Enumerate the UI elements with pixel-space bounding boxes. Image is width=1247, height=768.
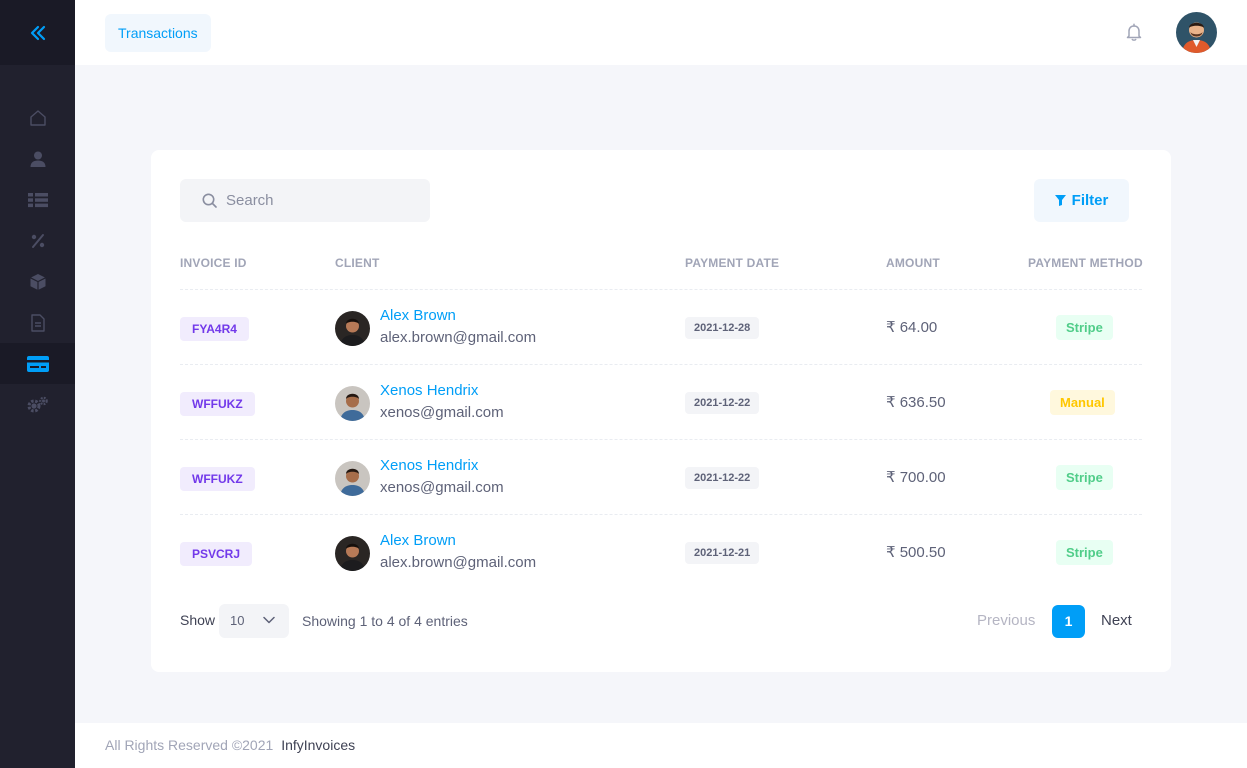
- chevron-down-icon: [263, 616, 275, 624]
- transactions-card: Filter INVOICE ID CLIENT PAYMENT DATE AM…: [151, 150, 1171, 672]
- sidebar: [0, 0, 75, 768]
- sidebar-collapse-button[interactable]: [23, 18, 53, 48]
- table-row: WFFUKZ Xenos Hendrix xenos@gmail.com 202…: [180, 364, 1142, 439]
- payment-date-badge: 2021-12-21: [685, 542, 760, 564]
- bell-icon: [1126, 23, 1142, 41]
- table-row: FYA4R4 Alex Brown alex.brown@gmail.com 2…: [180, 289, 1142, 364]
- sidebar-nav: [0, 97, 75, 425]
- client-name-link[interactable]: Xenos Hendrix: [380, 382, 478, 399]
- header-client[interactable]: CLIENT: [335, 256, 380, 270]
- search-input[interactable]: [226, 192, 426, 209]
- payment-method-badge: Manual: [1050, 390, 1115, 415]
- client-email: xenos@gmail.com: [380, 404, 504, 421]
- table-row: WFFUKZ Xenos Hendrix xenos@gmail.com 202…: [180, 439, 1142, 514]
- payment-date-badge: 2021-12-28: [685, 317, 760, 339]
- gears-icon: [27, 396, 48, 412]
- notifications-button[interactable]: [1124, 22, 1144, 42]
- sidebar-item-products[interactable]: [0, 261, 75, 302]
- top-header: Transactions: [75, 0, 1247, 65]
- box-icon: [29, 273, 46, 290]
- next-page-button[interactable]: Next: [1101, 612, 1132, 629]
- filter-button[interactable]: Filter: [1034, 179, 1129, 222]
- client-avatar[interactable]: [335, 311, 370, 346]
- page-size-select[interactable]: 10: [219, 604, 289, 638]
- invoice-id-badge[interactable]: PSVCRJ: [180, 542, 253, 566]
- entries-info: Showing 1 to 4 of 4 entries: [302, 613, 468, 629]
- client-name-link[interactable]: Alex Brown: [380, 532, 456, 549]
- payment-method-badge: Stripe: [1056, 315, 1113, 340]
- footer: All Rights Reserved ©2021 InfyInvoices: [75, 723, 1247, 768]
- amount: ₹ 64.00: [886, 319, 938, 336]
- page-size-value: 10: [230, 613, 245, 628]
- sidebar-item-quotes[interactable]: [0, 302, 75, 343]
- show-label: Show: [180, 612, 216, 628]
- filter-icon: [1054, 195, 1066, 206]
- footer-copyright: All Rights Reserved ©2021: [105, 737, 274, 753]
- header-payment-method[interactable]: PAYMENT METHOD: [1028, 256, 1143, 270]
- invoice-id-badge[interactable]: WFFUKZ: [180, 392, 255, 416]
- user-icon: [30, 151, 45, 167]
- header-invoice-id[interactable]: INVOICE ID: [180, 256, 247, 270]
- table-row: PSVCRJ Alex Brown alex.brown@gmail.com 2…: [180, 514, 1142, 589]
- client-email: xenos@gmail.com: [380, 479, 504, 496]
- search-icon: [202, 193, 217, 208]
- sidebar-item-dashboard[interactable]: [0, 97, 75, 138]
- search-box: [180, 179, 430, 222]
- payment-method-badge: Stripe: [1056, 540, 1113, 565]
- client-name-link[interactable]: Xenos Hendrix: [380, 457, 478, 474]
- sidebar-item-clients[interactable]: [0, 138, 75, 179]
- footer-brand-link[interactable]: InfyInvoices: [281, 737, 355, 753]
- amount: ₹ 500.50: [886, 544, 946, 561]
- payment-method-badge: Stripe: [1056, 465, 1113, 490]
- home-icon: [29, 109, 46, 126]
- breadcrumb-transactions[interactable]: Transactions: [105, 14, 211, 52]
- credit-card-icon: [26, 355, 49, 372]
- sidebar-item-transactions[interactable]: [0, 343, 75, 384]
- client-name-link[interactable]: Alex Brown: [380, 307, 456, 324]
- client-email: alex.brown@gmail.com: [380, 329, 537, 346]
- payment-date-badge: 2021-12-22: [685, 467, 760, 489]
- page-1-button[interactable]: 1: [1052, 605, 1085, 638]
- client-avatar[interactable]: [335, 461, 370, 496]
- header-payment-date[interactable]: PAYMENT DATE: [685, 256, 779, 270]
- list-icon: [27, 192, 48, 207]
- sidebar-item-taxes[interactable]: [0, 220, 75, 261]
- percent-icon: [31, 233, 44, 248]
- sidebar-item-invoices[interactable]: [0, 179, 75, 220]
- payment-date-badge: 2021-12-22: [685, 392, 760, 414]
- sidebar-header: [0, 0, 75, 65]
- invoice-id-badge[interactable]: WFFUKZ: [180, 467, 255, 491]
- double-chevron-left-icon: [30, 25, 45, 40]
- user-avatar[interactable]: [1176, 12, 1217, 53]
- client-avatar[interactable]: [335, 536, 370, 571]
- client-avatar[interactable]: [335, 386, 370, 421]
- header-amount[interactable]: AMOUNT: [886, 256, 940, 270]
- document-icon: [30, 313, 45, 332]
- previous-page-button[interactable]: Previous: [977, 612, 1035, 629]
- filter-label: Filter: [1071, 192, 1109, 209]
- sidebar-item-settings[interactable]: [0, 384, 75, 425]
- invoice-id-badge[interactable]: FYA4R4: [180, 317, 249, 341]
- client-email: alex.brown@gmail.com: [380, 554, 537, 571]
- amount: ₹ 700.00: [886, 469, 946, 486]
- amount: ₹ 636.50: [886, 394, 946, 411]
